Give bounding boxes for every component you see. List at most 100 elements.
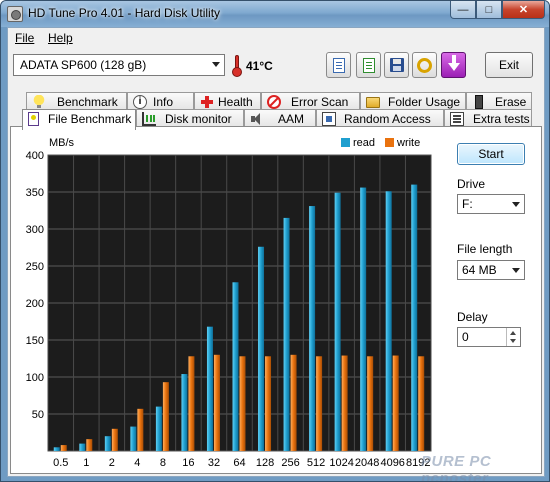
extra-tests-icon bbox=[450, 112, 464, 126]
bar-write bbox=[316, 356, 323, 451]
x-tick-label: 1024 bbox=[329, 457, 353, 469]
delay-value: 0 bbox=[462, 330, 469, 344]
y-tick-label: 50 bbox=[32, 409, 44, 421]
y-tick-label: 250 bbox=[26, 261, 44, 273]
benchmark-controls: Start Drive F: File length 64 MB Delay 0 bbox=[451, 127, 541, 467]
copy-screen-button[interactable] bbox=[356, 52, 381, 78]
app-disk-icon bbox=[7, 6, 23, 22]
benchmark-chart: 50 100 150 200 250 300 350 400 MB/s 0.5 1 2 4 8 16 32 64… bbox=[11, 127, 441, 475]
copy-text-button[interactable] bbox=[326, 52, 351, 78]
health-cross-icon bbox=[200, 95, 214, 109]
file-length-value: 64 MB bbox=[462, 263, 497, 277]
bar-read bbox=[283, 217, 290, 451]
bar-write bbox=[213, 354, 220, 451]
x-tick-label: 4096 bbox=[380, 457, 404, 469]
close-button[interactable]: ✕ bbox=[502, 1, 545, 19]
bar-write bbox=[162, 382, 169, 451]
info-icon: i bbox=[133, 95, 147, 109]
app-window: HD Tune Pro 4.01 - Hard Disk Utility — □… bbox=[0, 0, 550, 482]
legend-swatch-write bbox=[385, 138, 394, 147]
error-scan-icon bbox=[267, 95, 281, 109]
bar-read bbox=[232, 282, 239, 451]
y-tick-label: 350 bbox=[26, 187, 44, 199]
bar-read bbox=[53, 447, 60, 451]
bar-write bbox=[290, 354, 297, 451]
y-tick-label: 300 bbox=[26, 224, 44, 236]
x-tick-label: 256 bbox=[281, 457, 299, 469]
bar-write bbox=[111, 428, 118, 451]
drive-letter-value: F: bbox=[462, 197, 473, 211]
title-bar[interactable]: HD Tune Pro 4.01 - Hard Disk Utility — □… bbox=[1, 1, 549, 27]
exit-button[interactable]: Exit bbox=[485, 52, 533, 78]
x-tick-label: 8 bbox=[160, 457, 166, 469]
download-icon bbox=[447, 55, 460, 71]
drive-dropdown[interactable]: ADATA SP600 (128 gB) bbox=[13, 54, 225, 76]
bulb-icon bbox=[32, 95, 46, 109]
thermometer-icon bbox=[232, 55, 242, 77]
bar-write bbox=[265, 356, 272, 451]
drive-letter-dropdown[interactable]: F: bbox=[457, 194, 525, 214]
tab-file-benchmark[interactable]: File Benchmark bbox=[22, 109, 136, 130]
x-tick-label: 4 bbox=[134, 457, 140, 469]
x-tick-label: 16 bbox=[182, 457, 194, 469]
bar-write bbox=[239, 356, 246, 451]
spinner-buttons[interactable] bbox=[506, 328, 520, 346]
y-tick-label: 400 bbox=[26, 150, 44, 162]
legend-label-write: write bbox=[396, 137, 420, 149]
folder-icon bbox=[366, 97, 380, 108]
y-tick-label: 100 bbox=[26, 372, 44, 384]
x-tick-label: 512 bbox=[307, 457, 325, 469]
bar-write bbox=[418, 356, 425, 451]
bar-read bbox=[155, 406, 162, 451]
options-button[interactable] bbox=[412, 52, 437, 78]
drive-label: Drive bbox=[457, 177, 486, 191]
copy-screen-icon bbox=[362, 57, 375, 73]
spinner-down-icon[interactable] bbox=[510, 339, 516, 343]
bar-read bbox=[181, 374, 188, 451]
bar-write bbox=[188, 356, 195, 451]
file-length-dropdown[interactable]: 64 MB bbox=[457, 260, 525, 280]
x-tick-label: 0.5 bbox=[53, 457, 68, 469]
bar-read bbox=[104, 436, 111, 451]
drive-dropdown-value: ADATA SP600 (128 gB) bbox=[20, 58, 147, 72]
temperature-readout: 41°C bbox=[246, 59, 273, 73]
erase-icon bbox=[475, 95, 483, 109]
x-tick-label: 64 bbox=[233, 457, 245, 469]
watermark: PURE PC pcposter bbox=[421, 453, 492, 482]
chevron-down-icon bbox=[512, 202, 520, 207]
y-tick-label: 150 bbox=[26, 335, 44, 347]
toolbar: ADATA SP600 (128 gB) 41°C Exit bbox=[8, 48, 544, 88]
client-area: File Help ADATA SP600 (128 gB) 41°C Exit… bbox=[7, 27, 545, 477]
bar-write bbox=[367, 356, 374, 451]
bar-read bbox=[206, 326, 213, 451]
bar-read bbox=[360, 187, 367, 451]
save-icon bbox=[389, 58, 404, 72]
x-tick-label: 1 bbox=[83, 457, 89, 469]
speaker-icon bbox=[250, 112, 264, 126]
benchmark-chart-svg: 50 100 150 200 250 300 350 400 MB/s 0.5 1 2 4 8 16 32 64… bbox=[26, 137, 432, 469]
bar-read bbox=[258, 246, 265, 451]
file-benchmark-panel: 50 100 150 200 250 300 350 400 MB/s 0.5 1 2 4 8 16 32 64… bbox=[10, 126, 542, 474]
delay-spinner[interactable]: 0 bbox=[457, 327, 521, 347]
y-tick-label: 200 bbox=[26, 298, 44, 310]
start-button[interactable]: Start bbox=[457, 143, 525, 165]
window-controls: — □ ✕ bbox=[450, 1, 545, 20]
minimize-button[interactable]: — bbox=[450, 1, 476, 19]
menu-bar: File Help bbox=[8, 28, 544, 48]
save-button[interactable] bbox=[384, 52, 409, 78]
download-button[interactable] bbox=[441, 52, 466, 78]
copy-text-icon bbox=[332, 57, 345, 73]
x-tick-label: 128 bbox=[256, 457, 274, 469]
bar-read bbox=[79, 443, 86, 451]
x-tick-label: 2048 bbox=[355, 457, 379, 469]
bar-read bbox=[309, 206, 316, 451]
maximize-button[interactable]: □ bbox=[476, 1, 502, 19]
menu-file[interactable]: File bbox=[15, 31, 34, 45]
bar-read bbox=[130, 426, 137, 451]
legend-swatch-read bbox=[341, 138, 350, 147]
chevron-down-icon bbox=[212, 62, 220, 67]
spinner-up-icon[interactable] bbox=[510, 331, 516, 335]
file-length-label: File length bbox=[457, 242, 513, 256]
menu-help[interactable]: Help bbox=[48, 31, 73, 45]
options-icon bbox=[417, 57, 432, 73]
